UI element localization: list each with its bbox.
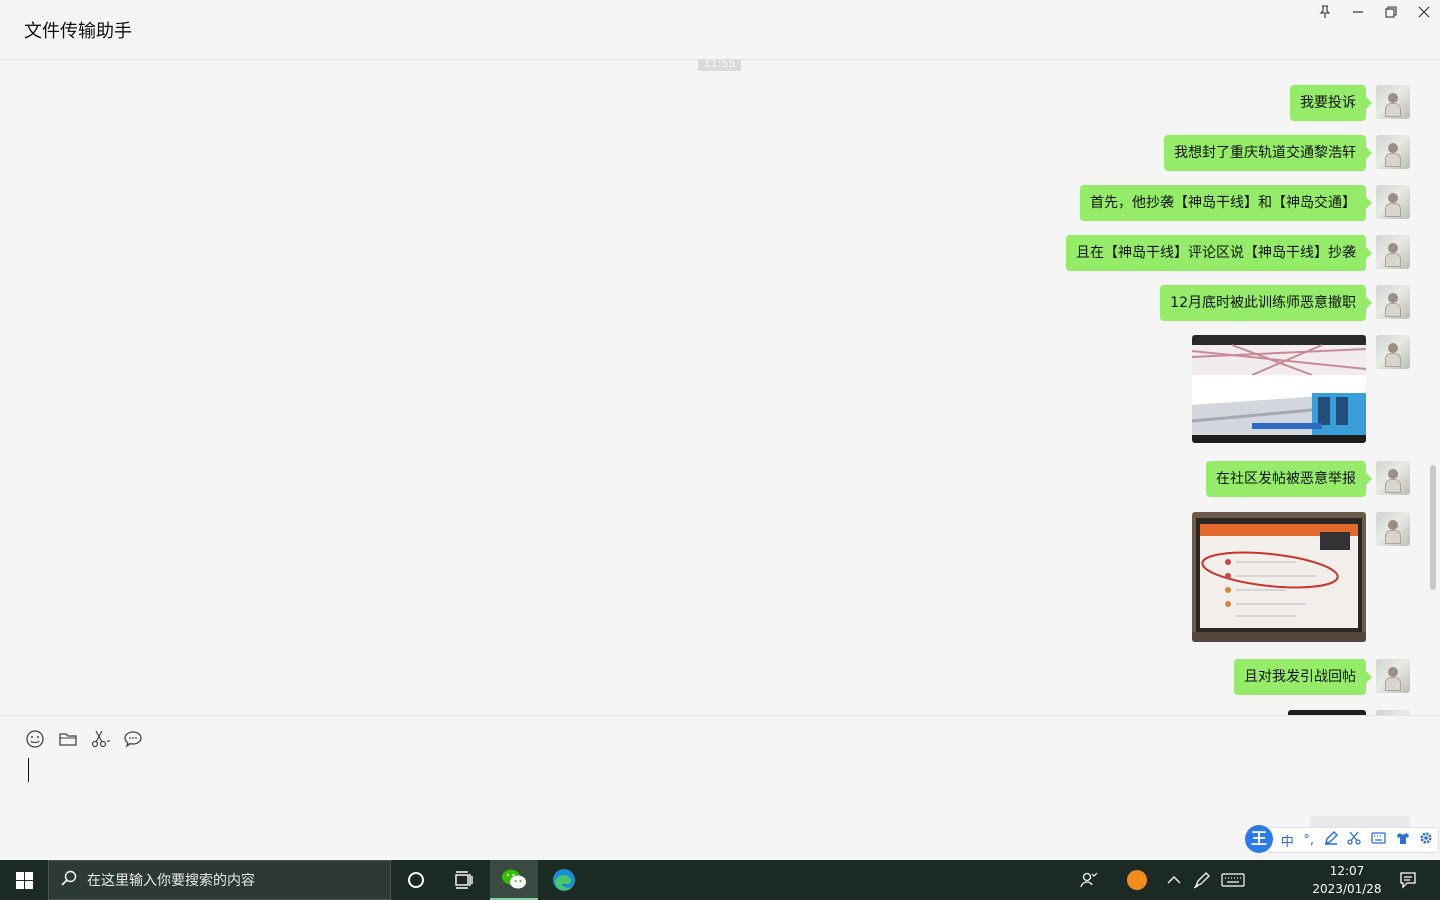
taskbar-search-box[interactable]: 在这里输入你要搜索的内容 — [48, 860, 391, 900]
avatar[interactable] — [1376, 285, 1410, 319]
message-bubble[interactable]: 我要投诉 — [1290, 85, 1372, 121]
message-bubble[interactable]: 且在【神岛干线】评论区说【神岛干线】抄袭 — [1066, 235, 1372, 271]
keyboard-icon[interactable] — [1371, 832, 1386, 848]
minimize-icon[interactable] — [1343, 2, 1373, 22]
message-bubble[interactable]: 12月底时被此训练师恶意撤职 — [1160, 285, 1372, 321]
avatar[interactable] — [1376, 512, 1410, 546]
wechat-icon[interactable] — [490, 860, 538, 900]
message-item[interactable] — [1192, 512, 1410, 642]
title-bar: 文件传输助手 — [0, 0, 1440, 60]
message-bubble[interactable]: 我想封了重庆轨道交通黎浩轩 — [1164, 135, 1372, 171]
pen-icon[interactable] — [1324, 831, 1338, 849]
message-item[interactable]: 且对我发引战回帖 — [1234, 659, 1410, 695]
message-item[interactable]: 我想封了重庆轨道交通黎浩轩 — [1164, 135, 1410, 171]
message-item[interactable]: 且在【神岛干线】评论区说【神岛干线】抄袭 — [1066, 235, 1410, 271]
cortana-icon[interactable] — [392, 860, 440, 900]
message-bubble[interactable]: 首先，他抄袭【神岛干线】和【神岛交通】 — [1080, 185, 1372, 221]
message-item[interactable]: 首先，他抄袭【神岛干线】和【神岛交通】 — [1080, 185, 1410, 221]
message-bubble[interactable]: 且对我发引战回帖 — [1234, 659, 1372, 695]
chat-history-icon[interactable] — [123, 729, 143, 749]
chat-scrollbar[interactable] — [1430, 465, 1436, 590]
search-icon — [61, 870, 77, 890]
avatar[interactable] — [1376, 235, 1410, 269]
avatar[interactable] — [1376, 335, 1410, 369]
close-icon[interactable] — [1409, 2, 1439, 22]
people-icon[interactable] — [1065, 860, 1113, 900]
message-item[interactable]: 我要投诉 — [1290, 85, 1410, 121]
scissors-icon[interactable] — [1347, 831, 1361, 849]
message-list[interactable]: 11:55 我要投诉 我想封了重庆轨道交通黎浩轩 首先，他抄袭【神岛干线】和【神… — [0, 60, 1440, 715]
message-item[interactable]: 12月底时被此训练师恶意撤职 — [1160, 285, 1410, 321]
shirt-icon[interactable] — [1396, 832, 1410, 849]
folder-icon[interactable] — [58, 729, 78, 749]
ime-punct[interactable]: °, — [1303, 833, 1314, 848]
edge-icon[interactable] — [540, 860, 588, 900]
search-placeholder: 在这里输入你要搜索的内容 — [87, 873, 255, 889]
image-message-station[interactable] — [1192, 335, 1366, 443]
taskbar: 在这里输入你要搜索的内容 12:07 2023/01/28 — [0, 860, 1440, 900]
pin-icon[interactable] — [1310, 2, 1340, 22]
avatar[interactable] — [1376, 185, 1410, 219]
ime-logo[interactable]: 王 — [1245, 825, 1273, 853]
message-composer[interactable] — [0, 715, 1440, 860]
gear-icon[interactable] — [1419, 831, 1433, 849]
text-input-caret[interactable] — [28, 758, 29, 782]
chat-title: 文件传输助手 — [24, 21, 132, 42]
ime-strip[interactable]: 中 °, — [1267, 827, 1439, 853]
message-item[interactable]: 在社区发帖被恶意举报 — [1206, 461, 1410, 497]
message-bubble[interactable]: 在社区发帖被恶意举报 — [1206, 461, 1372, 497]
emoji-icon[interactable] — [25, 729, 45, 749]
clock-date: 2023/01/28 — [1312, 882, 1382, 896]
clock-time: 12:07 — [1329, 864, 1365, 878]
avatar[interactable] — [1376, 461, 1410, 495]
scissors-icon[interactable] — [90, 729, 110, 749]
restore-icon[interactable] — [1376, 2, 1406, 22]
ime-toolbar[interactable]: 中 °, 王 — [1245, 825, 1440, 855]
keyboard-icon[interactable] — [1209, 860, 1257, 900]
avatar[interactable] — [1376, 135, 1410, 169]
task-view-icon[interactable] — [440, 860, 488, 900]
image-message-laptop[interactable] — [1192, 512, 1366, 642]
message-timestamp: 11:55 — [698, 60, 741, 71]
windows-start-icon[interactable] — [0, 860, 48, 900]
avatar[interactable] — [1376, 659, 1410, 693]
ime-mode[interactable]: 中 — [1281, 831, 1294, 850]
taskbar-clock[interactable]: 12:07 2023/01/28 — [1308, 862, 1386, 898]
message-item[interactable] — [1192, 335, 1410, 443]
avatar[interactable] — [1376, 85, 1410, 119]
notification-icon[interactable] — [1384, 860, 1432, 900]
